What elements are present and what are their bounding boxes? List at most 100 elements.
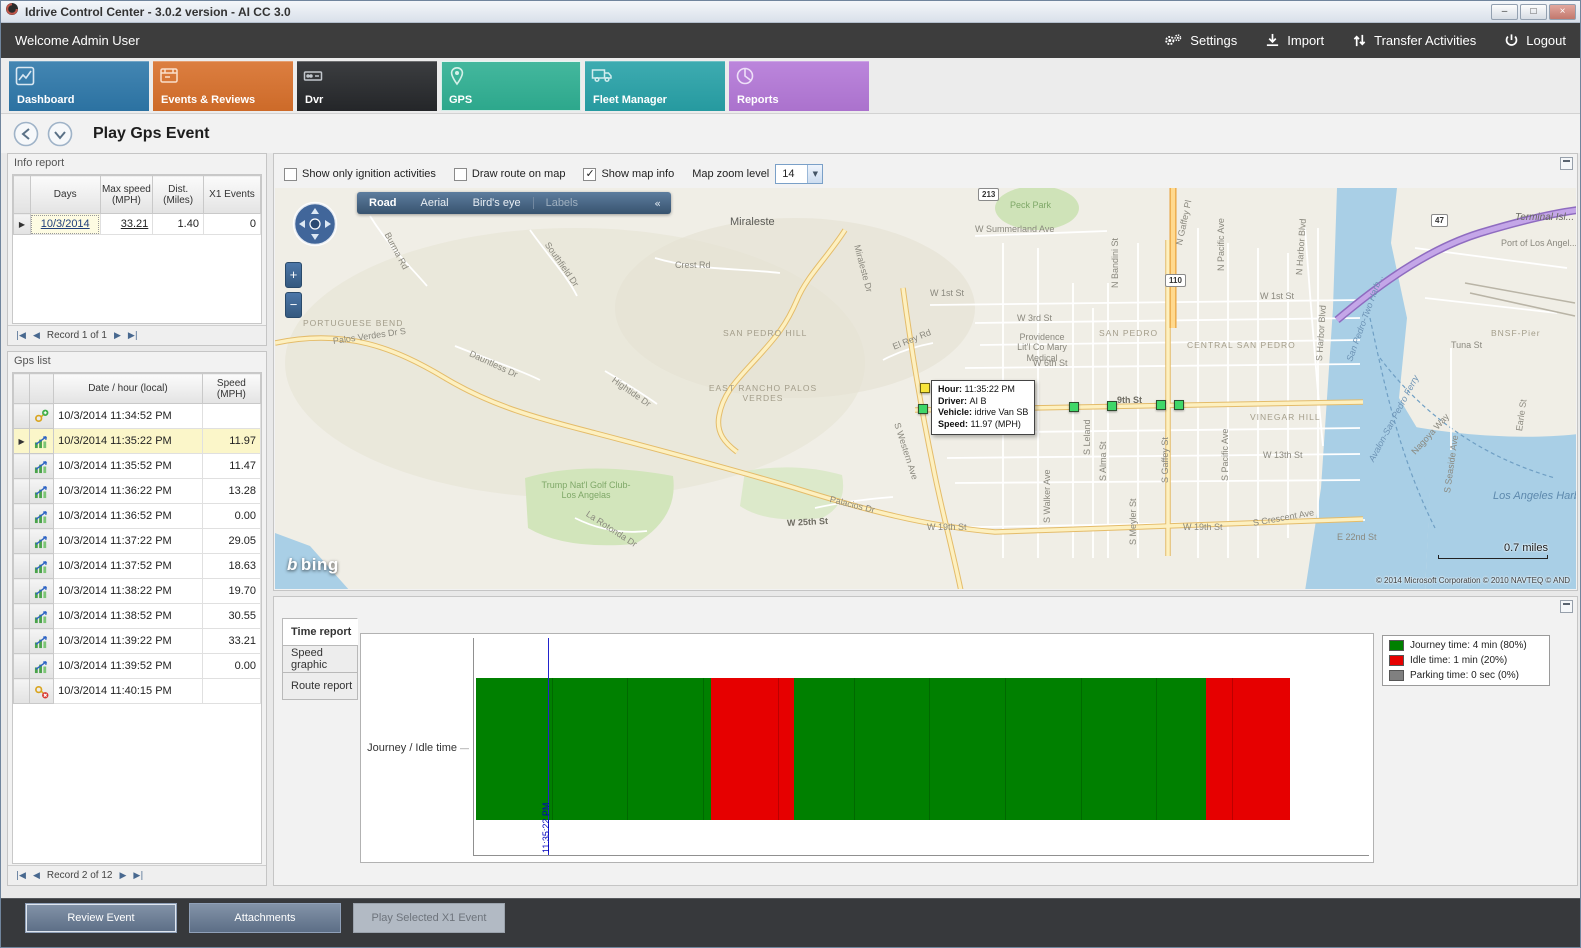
topbar-action-transfer-activities[interactable]: Transfer Activities — [1352, 33, 1476, 48]
tooltip-field-value: idrive Van SB — [975, 407, 1029, 417]
datetime-cell: 10/3/2014 11:38:52 PM — [54, 604, 203, 629]
window-title: Idrive Control Center - 3.0.2 version - … — [25, 5, 291, 19]
tooltip-field-label: Driver: — [938, 396, 970, 406]
map-zoom-select[interactable]: 14 ▼ — [775, 164, 823, 184]
route-marker[interactable] — [1174, 400, 1184, 410]
play-selected-x1-event-button: Play Selected X1 Event — [353, 903, 505, 933]
row-indicator-header — [14, 176, 31, 214]
table-row[interactable]: ▶10/3/201433.211.400 — [14, 214, 261, 235]
gps-list-row[interactable]: ▶10/3/2014 11:35:22 PM11.97 — [14, 429, 261, 454]
speed-cell: 0.00 — [202, 504, 260, 529]
checkbox-unchecked-icon[interactable] — [454, 168, 467, 181]
calendar-icon — [159, 66, 179, 91]
last-record-button[interactable]: ▶| — [133, 871, 143, 881]
map-mode-labels: Labels — [533, 197, 590, 209]
topbar-action-import[interactable]: Import — [1265, 33, 1324, 48]
checkbox-unchecked-icon[interactable] — [284, 168, 297, 181]
gps-list-table: Date / hour (local)Speed (MPH)10/3/2014 … — [12, 372, 262, 864]
collapse-down-button[interactable] — [47, 121, 73, 147]
nav-tile-dvr[interactable]: Dvr — [297, 61, 437, 111]
map-mode-bird-s-eye[interactable]: Bird's eye — [461, 197, 533, 209]
speed-cell: 0.00 — [202, 654, 260, 679]
last-record-button[interactable]: ▶| — [128, 331, 138, 341]
topbar-action-label: Transfer Activities — [1374, 33, 1476, 48]
line-chart-icon — [15, 66, 35, 91]
gps-list-row[interactable]: 10/3/2014 11:39:22 PM33.21 — [14, 629, 261, 654]
info-report-panel: Info report DaysMax speed (MPH)Dist. (Mi… — [7, 153, 267, 346]
row-type-icon-cell — [30, 504, 54, 529]
minimize-button[interactable]: – — [1491, 4, 1518, 20]
gps-list-row[interactable]: 10/3/2014 11:40:15 PM — [14, 679, 261, 704]
gps-point-icon — [30, 534, 53, 549]
route-marker[interactable] — [1107, 401, 1117, 411]
route-marker[interactable] — [1069, 402, 1079, 412]
first-record-button[interactable]: |◀ — [16, 331, 26, 341]
back-button[interactable] — [13, 121, 39, 147]
zoom-out-button[interactable]: − — [285, 292, 302, 318]
gps-list-row[interactable]: 10/3/2014 11:36:52 PM0.00 — [14, 504, 261, 529]
checkbox-show-only-ignition-activities: Show only ignition activities — [284, 168, 436, 181]
map-toolbar: Show only ignition activitiesDraw route … — [284, 162, 1553, 186]
gps-list-record-nav: |◀◀Record 2 of 12▶▶| — [8, 865, 266, 885]
nav-tile-events-reviews[interactable]: Events & Reviews — [153, 61, 293, 111]
legend-swatch — [1389, 655, 1404, 666]
bing-logo[interactable]: bing — [287, 555, 339, 575]
nav-tile-reports[interactable]: Reports — [729, 61, 869, 111]
tab-speed-graphic[interactable]: Speed graphic — [282, 645, 358, 673]
max-speed-link[interactable]: 33.21 — [121, 218, 149, 230]
transfer-icon — [1352, 33, 1367, 48]
next-record-button[interactable]: ▶ — [120, 871, 127, 881]
next-record-button[interactable]: ▶ — [114, 331, 121, 341]
topbar-action-settings[interactable]: Settings — [1163, 33, 1237, 48]
gps-point-icon — [30, 509, 53, 524]
tooltip-field-value: 11.97 (MPH) — [971, 419, 1021, 429]
close-button[interactable]: × — [1549, 4, 1576, 20]
gps-list-row[interactable]: 10/3/2014 11:37:22 PM29.05 — [14, 529, 261, 554]
info-report-column-header: Dist. (Miles) — [153, 176, 204, 214]
gps-list-row[interactable]: 10/3/2014 11:39:52 PM0.00 — [14, 654, 261, 679]
route-marker-start[interactable] — [920, 383, 930, 393]
zoom-in-button[interactable]: + — [285, 262, 302, 288]
gps-list-row[interactable]: 10/3/2014 11:38:52 PM30.55 — [14, 604, 261, 629]
nav-tile-dashboard[interactable]: Dashboard — [9, 61, 149, 111]
review-event-button[interactable]: Review Event — [25, 903, 177, 933]
map-pan-control[interactable] — [291, 200, 339, 253]
attachments-button[interactable]: Attachments — [189, 903, 341, 933]
info-report-column-header: Days — [30, 176, 100, 214]
speed-cell: 33.21 — [202, 629, 260, 654]
maximize-button[interactable]: □ — [1520, 4, 1547, 20]
nav-tile-label: Dvr — [305, 94, 323, 106]
topbar-action-logout[interactable]: Logout — [1504, 33, 1566, 48]
nav-tile-fleet-manager[interactable]: Fleet Manager — [585, 61, 725, 111]
map-menu-collapse-button[interactable]: « — [644, 197, 671, 210]
row-type-icon-cell — [30, 454, 54, 479]
chart-plot[interactable]: 11:35:22 PM — [473, 638, 1369, 856]
timeline-bar — [476, 678, 1290, 820]
map-mode-road[interactable]: Road — [357, 197, 409, 209]
gps-list-row[interactable]: 10/3/2014 11:34:52 PM — [14, 404, 261, 429]
tab-route-report[interactable]: Route report — [282, 672, 358, 700]
checkbox-checked-icon[interactable] — [583, 168, 596, 181]
row-type-icon-cell — [30, 429, 54, 454]
chart-panel-collapse-button[interactable] — [1560, 600, 1573, 613]
day-link[interactable]: 10/3/2014 — [41, 218, 90, 230]
previous-record-button[interactable]: ◀ — [33, 871, 40, 881]
tooltip-field-value: 11:35:22 PM — [965, 384, 1015, 394]
gps-list-row[interactable]: 10/3/2014 11:38:22 PM19.70 — [14, 579, 261, 604]
gps-list-row[interactable]: 10/3/2014 11:37:52 PM18.63 — [14, 554, 261, 579]
map-panel-collapse-button[interactable] — [1560, 157, 1573, 170]
route-marker[interactable] — [918, 404, 928, 414]
footer-bar: Review Event Attachments Play Selected X1 … — [1, 898, 1580, 948]
previous-record-button[interactable]: ◀ — [33, 331, 40, 341]
gps-list-row[interactable]: 10/3/2014 11:35:52 PM11.47 — [14, 454, 261, 479]
tab-time-report[interactable]: Time report — [282, 618, 358, 646]
map-info-tooltip: Hour: 11:35:22 PMDriver: AI BVehicle: id… — [931, 380, 1035, 435]
gps-list-row[interactable]: 10/3/2014 11:36:22 PM13.28 — [14, 479, 261, 504]
nav-tile-gps[interactable]: GPS — [441, 61, 581, 111]
current-row-indicator — [14, 529, 30, 554]
first-record-button[interactable]: |◀ — [16, 871, 26, 881]
map-canvas[interactable]: MiralestePeck ParkW Summerland AveCrest … — [275, 188, 1576, 589]
map-mode-aerial[interactable]: Aerial — [409, 197, 461, 209]
legend-item: Parking time: 0 sec (0%) — [1389, 670, 1543, 681]
route-marker[interactable] — [1156, 400, 1166, 410]
